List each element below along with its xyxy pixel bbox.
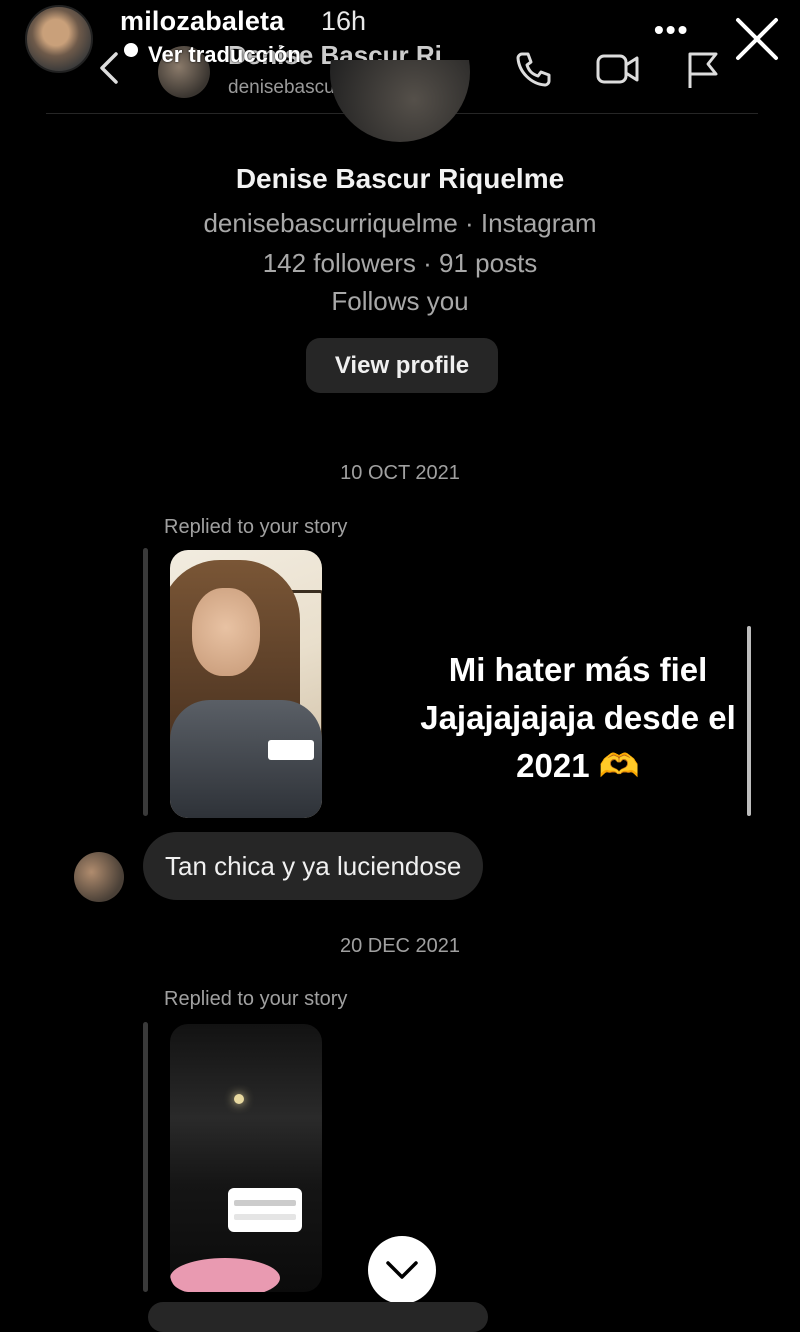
story-thumbnail[interactable] bbox=[170, 550, 322, 818]
message-bubble-partial bbox=[148, 1302, 488, 1332]
follows-you-label: Follows you bbox=[331, 286, 469, 316]
translate-link[interactable]: Ver traducción bbox=[148, 42, 301, 68]
phone-icon[interactable] bbox=[512, 48, 554, 90]
story-author-avatar[interactable] bbox=[25, 5, 93, 73]
scroll-down-button[interactable] bbox=[368, 1236, 436, 1304]
text-cursor-bar bbox=[747, 626, 751, 816]
view-profile-button[interactable]: View profile bbox=[306, 338, 498, 393]
profile-name: Denise Bascur Riquelme bbox=[235, 163, 565, 194]
back-icon[interactable] bbox=[94, 50, 124, 86]
story-thumbnail[interactable] bbox=[170, 1024, 322, 1292]
message-bubble[interactable]: Tan chica y ya luciendose bbox=[143, 832, 484, 900]
profile-picture[interactable] bbox=[330, 60, 470, 142]
chevron-down-icon bbox=[386, 1261, 418, 1279]
flag-icon[interactable] bbox=[684, 48, 722, 90]
video-icon[interactable] bbox=[594, 48, 642, 90]
reply-quote-bar bbox=[143, 548, 148, 816]
profile-subtitle: denisebascurriquelme · Instagram bbox=[203, 208, 597, 238]
story-timestamp: 16h bbox=[321, 6, 367, 36]
sender-avatar[interactable] bbox=[74, 852, 124, 902]
overlay-line: Mi hater más fiel bbox=[448, 651, 708, 688]
close-icon[interactable] bbox=[732, 14, 782, 64]
overlay-line: 2021 🫶 bbox=[516, 747, 640, 784]
replied-label: Replied to your story bbox=[164, 516, 348, 538]
replied-label: Replied to your story bbox=[164, 988, 348, 1010]
more-options-button[interactable]: ••• bbox=[654, 14, 689, 46]
date-separator: 10 OCT 2021 bbox=[340, 462, 460, 484]
date-separator: 20 DEC 2021 bbox=[339, 935, 461, 957]
translate-dot-icon bbox=[124, 43, 138, 57]
story-username[interactable]: milozabaleta bbox=[120, 6, 284, 37]
overlay-line: Jajajajajaja desde el bbox=[420, 699, 736, 736]
profile-stats: 142 followers · 91 posts bbox=[262, 248, 538, 278]
story-overlay-text: Mi hater más fiel Jajajajajaja desde el … bbox=[388, 646, 768, 790]
reply-quote-bar bbox=[143, 1022, 148, 1292]
